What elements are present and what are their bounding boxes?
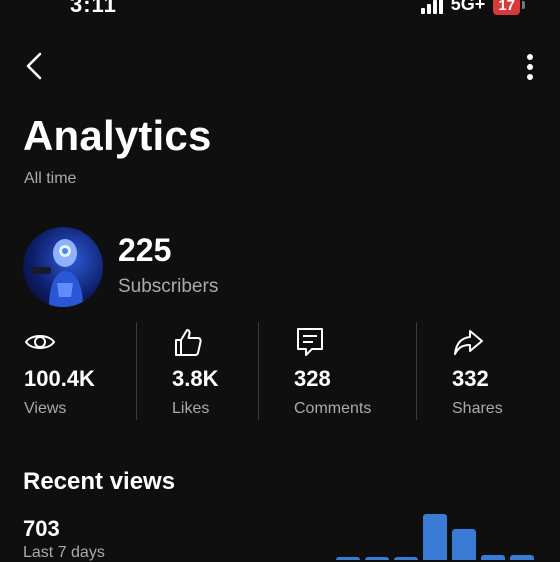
more-options-button[interactable] xyxy=(524,52,536,82)
date-range-label: All time xyxy=(24,170,77,187)
network-type: 5G+ xyxy=(450,0,486,14)
back-button[interactable] xyxy=(18,48,54,84)
views-value: 100.4K xyxy=(24,366,95,391)
recent-views-period: Last 7 days xyxy=(23,544,105,561)
chart-bar xyxy=(481,555,505,560)
likes-value: 3.8K xyxy=(172,366,219,391)
stat-divider xyxy=(416,322,417,420)
signal-icon xyxy=(420,0,443,14)
recent-views-title: Recent views xyxy=(23,468,176,495)
avatar-image xyxy=(23,227,103,307)
subscriber-label: Subscribers xyxy=(118,276,219,297)
chart-bar xyxy=(423,514,447,560)
battery-icon: 17 xyxy=(493,0,525,15)
chart-bar xyxy=(510,555,534,560)
status-bar: 3:11 5G+ 17 xyxy=(0,0,560,22)
status-time: 3:11 xyxy=(70,0,117,17)
thumbs-up-icon xyxy=(175,329,202,356)
shares-value: 332 xyxy=(452,366,489,391)
comments-label: Comments xyxy=(294,400,372,417)
stat-divider xyxy=(258,322,259,420)
views-label: Views xyxy=(24,400,67,417)
channel-avatar[interactable] xyxy=(23,227,103,307)
more-vert-icon xyxy=(527,54,533,80)
status-indicators: 5G+ 17 xyxy=(420,0,525,15)
subscriber-count: 225 xyxy=(118,232,172,268)
page-title: Analytics xyxy=(23,112,212,159)
share-icon xyxy=(454,330,483,355)
eye-icon xyxy=(24,335,56,349)
recent-views-value: 703 xyxy=(23,516,60,541)
comments-value: 328 xyxy=(294,366,331,391)
recent-views-chart[interactable] xyxy=(336,500,546,560)
shares-label: Shares xyxy=(452,400,503,417)
likes-label: Likes xyxy=(172,400,210,417)
chart-bar xyxy=(452,529,476,560)
comment-icon xyxy=(297,328,323,356)
stats-row: 100.4K Views 3.8K Likes 328 Comments 332… xyxy=(0,322,560,420)
battery-level: 17 xyxy=(498,0,515,14)
chevron-left-icon xyxy=(26,52,42,80)
stat-divider xyxy=(136,322,137,420)
